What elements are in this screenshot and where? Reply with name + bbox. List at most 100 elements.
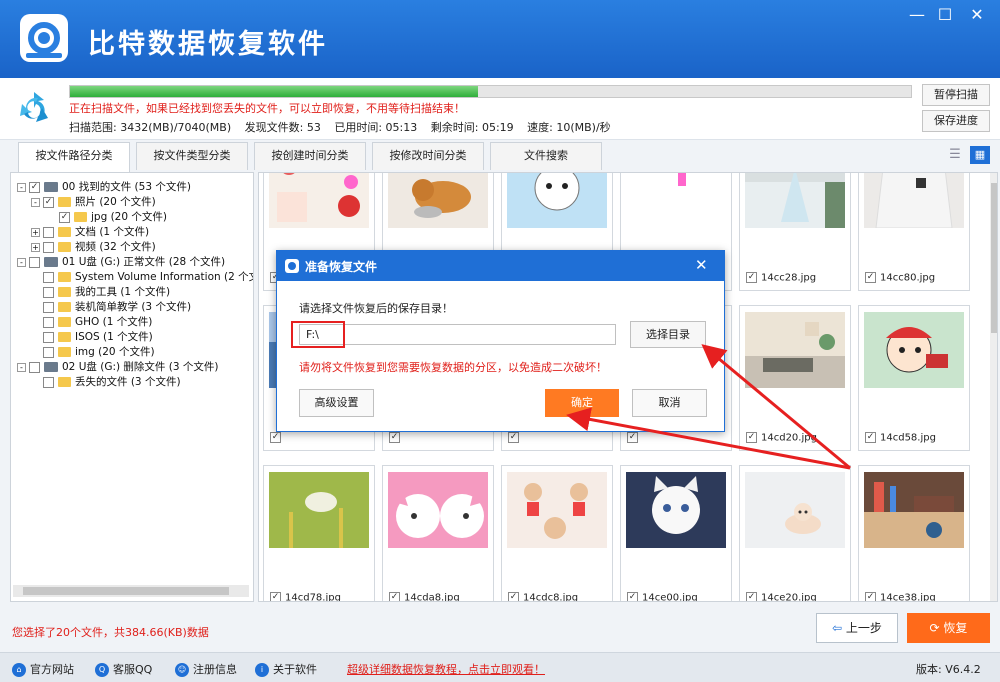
tree-item[interactable]: ✓ jpg (20 个文件) [47,209,167,224]
tree-line[interactable] [31,378,40,387]
tree-checkbox[interactable]: ✓ [29,181,40,193]
grid-vertical-scrollbar[interactable] [990,173,997,601]
tree-item[interactable]: - ✓ 照片 (20 个文件) [31,194,156,209]
dialog-close-icon[interactable]: ✕ [695,256,708,274]
file-checkbox[interactable]: ✓ [270,591,281,601]
file-checkbox[interactable]: ✓ [865,431,876,443]
tree-item[interactable]: System Volume Information (2 个文 [31,269,253,284]
tab-by-type[interactable]: 按文件类型分类 [136,142,248,170]
tree-checkbox[interactable] [43,346,54,358]
file-thumbnail-card[interactable]: ✓ 14ce20.jpg [739,465,851,601]
file-checkbox[interactable]: ✓ [865,271,876,283]
tree-item[interactable]: 我的工具 (1 个文件) [31,284,170,299]
tree-checkbox[interactable] [43,241,54,253]
folder-icon [58,272,71,282]
tree-checkbox[interactable] [43,331,54,343]
tree-item[interactable]: ISOS (1 个文件) [31,329,153,344]
about-software-link[interactable]: i 关于软件 [255,661,317,677]
tree-checkbox[interactable] [43,286,54,298]
footer-bar: ⌂ 官方网站 Q 客服QQ ☺ 注册信息 i 关于软件 超级详细数据恢复教程，点击立即观… [0,652,1000,682]
tree-checkbox[interactable] [29,361,40,373]
tab-file-search[interactable]: 文件搜索 [490,142,602,170]
tree-item[interactable]: - 01 U盘 (G:) 正常文件 (28 个文件) [17,254,225,269]
file-thumbnail-card[interactable]: ✓ 14ce38.jpg [858,465,970,601]
tree-checkbox[interactable] [29,256,40,268]
tree-item[interactable]: 丢失的文件 (3 个文件) [31,374,181,389]
close-window-icon[interactable]: ✕ [966,6,988,24]
confirm-button[interactable]: 确定 [545,389,619,417]
list-view-icon[interactable]: ☰ [946,146,964,164]
file-thumbnail-card[interactable]: ✓ 14cd20.jpg [739,305,851,451]
file-thumbnail-card[interactable]: ✓ 14cda8.jpg [382,465,494,601]
tree-checkbox[interactable]: ✓ [59,211,70,223]
file-checkbox[interactable]: ✓ [746,431,757,443]
folder-icon [58,332,71,342]
tree-item[interactable]: - 02 U盘 (G:) 删除文件 (3 个文件) [17,359,218,374]
file-checkbox[interactable]: ✓ [508,431,519,443]
choose-directory-button[interactable]: 选择目录 [630,321,706,348]
tree-checkbox[interactable] [43,316,54,328]
tree-item[interactable]: GHO (1 个文件) [31,314,152,329]
pause-scan-button[interactable]: 暂停扫描 [922,84,990,106]
tab-by-path[interactable]: 按文件路径分类 [18,142,130,172]
tree-item[interactable]: img (20 个文件) [31,344,155,359]
tree-checkbox[interactable] [43,301,54,313]
tree-line[interactable] [31,303,40,312]
minimize-icon[interactable]: — [906,6,928,24]
tree-item[interactable]: + 文档 (1 个文件) [31,224,149,239]
collapse-icon[interactable]: - [17,362,26,372]
file-checkbox[interactable]: ✓ [746,591,757,601]
cancel-button[interactable]: 取消 [632,389,707,417]
tree-horizontal-scrollbar[interactable] [13,585,249,597]
collapse-icon[interactable]: - [17,182,26,192]
save-path-input[interactable] [299,324,616,345]
tree-checkbox[interactable] [43,226,54,238]
file-thumbnail-card[interactable]: ✓ 14cd78.jpg [263,465,375,601]
tree-item[interactable]: + 视频 (32 个文件) [31,239,156,254]
tree-line[interactable] [31,348,40,357]
collapse-icon[interactable]: - [31,197,40,207]
file-thumbnail-card[interactable]: ✓ 14cdc8.jpg [501,465,613,601]
tree-item[interactable]: - ✓ 00 找到的文件 (53 个文件) [17,179,191,194]
previous-step-button[interactable]: ⇦ 上一步 [816,613,898,643]
file-checkbox[interactable]: ✓ [865,591,876,601]
maximize-icon[interactable]: ☐ [934,6,956,24]
tree-item[interactable]: 装机简单教学 (3 个文件) [31,299,191,314]
file-checkbox[interactable]: ✓ [389,591,400,601]
official-website-link[interactable]: ⌂ 官方网站 [12,661,74,677]
tree-line[interactable] [31,333,40,342]
file-thumbnail-card[interactable]: ✓ 14ce00.jpg [620,465,732,601]
file-checkbox[interactable]: ✓ [270,431,281,443]
tab-by-modified-time[interactable]: 按修改时间分类 [372,142,484,170]
thumbnail-image [864,173,964,228]
advanced-settings-button[interactable]: 高级设置 [299,389,374,417]
tutorial-link[interactable]: 超级详细数据恢复教程，点击立即观看！ [347,661,545,677]
expand-icon[interactable]: + [31,227,40,237]
register-info-link[interactable]: ☺ 注册信息 [175,661,237,677]
tree-checkbox[interactable] [43,271,54,283]
app-logo-icon [20,14,68,62]
file-checkbox[interactable]: ✓ [389,431,400,443]
expand-icon[interactable]: + [31,242,40,252]
tree-checkbox[interactable]: ✓ [43,196,54,208]
file-checkbox[interactable]: ✓ [746,271,757,283]
file-thumbnail-card[interactable]: ✓ 14cc28.jpg [739,173,851,291]
recover-button[interactable]: ⟳ 恢复 [907,613,990,643]
save-progress-button[interactable]: 保存进度 [922,110,990,132]
tree-line[interactable] [31,273,40,282]
collapse-icon[interactable]: - [17,257,26,267]
file-thumbnail-card[interactable]: ✓ 14cc80.jpg [858,173,970,291]
tree-line[interactable] [31,288,40,297]
file-checkbox[interactable]: ✓ [627,591,638,601]
grid-view-icon[interactable]: ▦ [970,146,990,164]
file-name: 14cd20.jpg [761,432,817,443]
file-checkbox[interactable]: ✓ [627,431,638,443]
file-checkbox[interactable]: ✓ [508,591,519,601]
tab-by-created-time[interactable]: 按创建时间分类 [254,142,366,170]
tree-line[interactable] [31,318,40,327]
tree-line[interactable] [47,213,56,222]
customer-qq-link[interactable]: Q 客服QQ [95,661,152,677]
dialog-app-icon [285,259,299,273]
tree-checkbox[interactable] [43,376,54,388]
file-thumbnail-card[interactable]: ✓ 14cd58.jpg [858,305,970,451]
